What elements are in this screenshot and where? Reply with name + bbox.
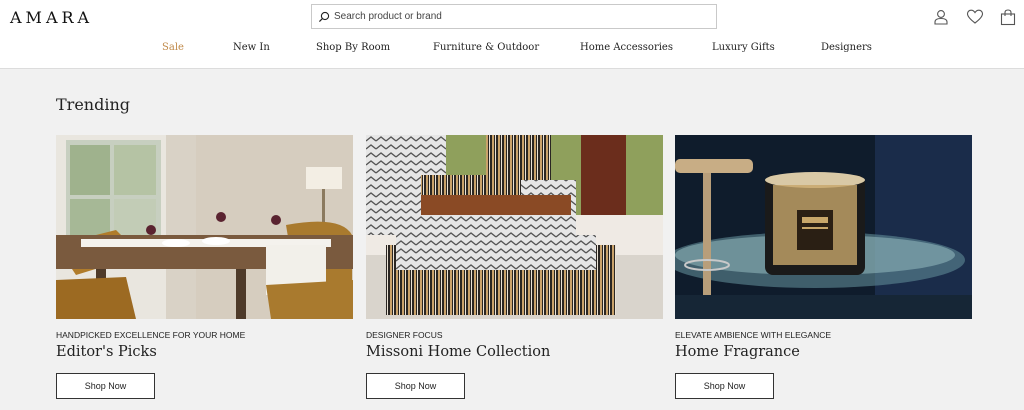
search-bar[interactable]: [311, 4, 717, 29]
shop-now-button[interactable]: Shop Now: [366, 373, 465, 399]
dining-room-image[interactable]: [56, 135, 353, 319]
card-eyebrow: DESIGNER FOCUS: [366, 330, 443, 340]
shop-now-button[interactable]: Shop Now: [56, 373, 155, 399]
search-icon: [318, 11, 330, 22]
card-title[interactable]: Home Fragrance: [675, 344, 800, 360]
fragrance-image[interactable]: [675, 135, 972, 319]
nav-item-luxury-gifts[interactable]: Luxury Gifts: [712, 42, 775, 53]
bag-icon[interactable]: [998, 7, 1018, 27]
card-home-fragrance: ELEVATE AMBIENCE WITH ELEGANCE Home Frag…: [675, 135, 972, 405]
card-editors-picks: HANDPICKED EXCELLENCE FOR YOUR HOME Edit…: [56, 135, 353, 405]
trending-heading: Trending: [56, 95, 130, 114]
nav-item-home-accessories[interactable]: Home Accessories: [580, 42, 673, 53]
card-title[interactable]: Missoni Home Collection: [366, 344, 550, 360]
main-nav: Sale New In Shop By Room Furniture & Out…: [0, 42, 1024, 56]
brand-logo[interactable]: AMARA: [10, 8, 93, 27]
nav-item-shop-by-room[interactable]: Shop By Room: [316, 42, 390, 53]
missoni-image[interactable]: [366, 135, 663, 319]
shop-now-button[interactable]: Shop Now: [675, 373, 774, 399]
site-header: AMARA Sale New In Shop By Room Furniture…: [0, 0, 1024, 69]
nav-item-designers[interactable]: Designers: [821, 42, 872, 53]
nav-item-sale[interactable]: Sale: [162, 42, 184, 53]
card-missoni-home: DESIGNER FOCUS Missoni Home Collection S…: [366, 135, 663, 405]
user-icon[interactable]: [931, 7, 951, 27]
search-input[interactable]: [334, 11, 704, 22]
heart-icon[interactable]: [965, 7, 985, 27]
card-eyebrow: ELEVATE AMBIENCE WITH ELEGANCE: [675, 330, 832, 340]
nav-item-furniture-outdoor[interactable]: Furniture & Outdoor: [433, 42, 539, 53]
nav-item-new-in[interactable]: New In: [233, 42, 270, 53]
card-title[interactable]: Editor's Picks: [56, 344, 157, 360]
card-eyebrow: HANDPICKED EXCELLENCE FOR YOUR HOME: [56, 330, 246, 340]
